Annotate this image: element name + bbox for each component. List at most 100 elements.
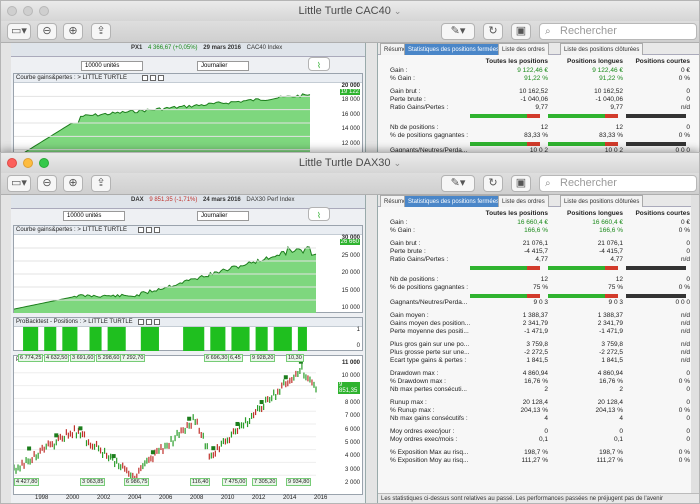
- tab-liste-des-positions-cl-tur-es[interactable]: Liste des positions clôturées: [560, 43, 644, 55]
- trade-annotation: 10,30: [286, 354, 304, 362]
- markup-button[interactable]: ✎▾: [441, 23, 475, 40]
- tab-statistiques-des-positions-ferm-es[interactable]: Statistiques des positions fermées: [404, 195, 504, 207]
- stat-label: Plus gros gain sur une po...: [390, 341, 470, 348]
- stat-label: % Gain :: [390, 227, 415, 234]
- zoom-out-button[interactable]: ⊖: [37, 23, 57, 40]
- stat-value: 0: [686, 276, 690, 283]
- share-button[interactable]: ⇪: [91, 23, 111, 40]
- chart-tool-button[interactable]: ⌇: [308, 207, 330, 221]
- zoom-in-button[interactable]: ⊕: [63, 175, 83, 192]
- scrollbar[interactable]: [691, 195, 699, 503]
- stat-label: Ratio Gains/Pertes :: [390, 104, 449, 111]
- column-header: Toutes les positions: [485, 58, 548, 65]
- stats-table: Toutes les positions Positions longues Pos…: [378, 57, 699, 159]
- stats-row: Gagnants/Neutres/Perda... 9 0 3 9 0 3 0 0 0: [378, 299, 691, 307]
- buy-marker: [283, 375, 288, 380]
- window-dax30: Little Turtle DAX30 ⌄ ▭▾ ⊖ ⊕ ⇪ ✎▾ ↻ ▣ ⌕ R…: [0, 152, 700, 504]
- stat-value: n/d: [680, 341, 690, 348]
- period-select[interactable]: Journalier: [197, 61, 249, 71]
- stat-value: 3 759,8: [601, 341, 623, 348]
- tab-liste-des-ordres[interactable]: Liste des ordres: [498, 43, 549, 55]
- stat-value: 0: [686, 124, 690, 131]
- last-value-label: 26 660: [339, 239, 360, 245]
- search-field[interactable]: ⌕ Rechercher: [539, 23, 697, 40]
- ratio-bar-loss: [527, 266, 540, 270]
- panel-copy-icon[interactable]: [146, 319, 152, 325]
- toolbox-button[interactable]: ▣: [511, 175, 531, 192]
- ratio-bar: [470, 294, 540, 298]
- panel-title: ProBacktest - Positions : > LITTLE TURTL…: [16, 319, 133, 325]
- ratio-bar: [548, 294, 618, 298]
- panel-props-icon[interactable]: [138, 227, 144, 233]
- stat-value: 16 660,4 €: [517, 219, 548, 226]
- stat-label: Plus grosse perte sur une...: [390, 349, 470, 356]
- stat-value: -4 415,7: [599, 248, 623, 255]
- close-button[interactable]: [7, 6, 17, 16]
- panel-props-icon[interactable]: [142, 75, 148, 81]
- stat-value: 1 841,5: [601, 357, 623, 364]
- stat-value: n/d: [680, 104, 690, 111]
- panel-close-icon[interactable]: [158, 75, 164, 81]
- stat-value: 10 162,52: [519, 88, 548, 95]
- position-block: [297, 327, 307, 351]
- stats-tabs: Résumé Statistiques des positions fermées…: [378, 43, 699, 55]
- stat-label: % Runup max :: [390, 407, 435, 414]
- markup-button[interactable]: ✎▾: [441, 175, 475, 192]
- document-content: PX1 4 366,67 (+0,05%) 29 mars 2016 CAC40…: [1, 43, 699, 159]
- x-tick-label: 2016: [314, 495, 328, 501]
- stat-label: Nb de positions :: [390, 276, 439, 283]
- y-tick-label: 11 000: [341, 360, 360, 366]
- panel-copy-icon[interactable]: [146, 227, 152, 233]
- chart-tool-button[interactable]: ⌇: [308, 57, 330, 71]
- chevron-down-icon[interactable]: ⌄: [394, 6, 402, 16]
- units-select[interactable]: 10000 unités: [81, 61, 143, 71]
- panel-close-icon[interactable]: [154, 227, 160, 233]
- minimize-button[interactable]: [23, 6, 33, 16]
- stat-value: 0: [686, 88, 690, 95]
- positions-histogram: [23, 327, 307, 351]
- units-select[interactable]: 10000 unités: [63, 211, 125, 221]
- tab-liste-des-positions-cl-tur-es[interactable]: Liste des positions clôturées: [560, 195, 644, 207]
- stat-value: 2 341,79: [597, 320, 623, 327]
- zoom-button[interactable]: [39, 158, 49, 168]
- stat-value: 0 %: [678, 449, 690, 456]
- ratio-bar-loss: [605, 114, 618, 118]
- toolbox-button[interactable]: ▣: [511, 23, 531, 40]
- y-tick-label: 10 000: [341, 305, 360, 311]
- chevron-down-icon[interactable]: ⌄: [394, 158, 402, 168]
- trade-annotation: 5 298,60: [96, 354, 122, 362]
- sidebar-toggle-button[interactable]: ▭▾: [7, 23, 31, 40]
- chart-area: DAX 9 851,35 (-1,71%) 24 mars 2016 DAX30…: [11, 195, 366, 503]
- stat-value: 75 %: [608, 284, 623, 291]
- zoom-out-button[interactable]: ⊖: [37, 175, 57, 192]
- search-field[interactable]: ⌕ Rechercher: [539, 175, 697, 192]
- panel-close-icon[interactable]: [154, 319, 160, 325]
- window-cac40: Little Turtle CAC40 ⌄ ▭▾ ⊖ ⊕ ⇪ ✎▾ ↻ ▣ ⌕ R…: [0, 0, 700, 160]
- x-tick-label: 2010: [221, 495, 235, 501]
- stat-label: Runup max :: [390, 399, 427, 406]
- panel-title: Courbe gains&pertes : > LITTLE TURTLE: [16, 75, 127, 81]
- minimize-button[interactable]: [23, 158, 33, 168]
- toolbar: ▭▾ ⊖ ⊕ ⇪ ✎▾ ↻ ▣ ⌕ Rechercher: [1, 173, 699, 195]
- stat-value: 0: [686, 370, 690, 377]
- period-select[interactable]: Journalier: [197, 211, 249, 221]
- sidebar-toggle-button[interactable]: ▭▾: [7, 175, 31, 192]
- panel-copy-icon[interactable]: [150, 75, 156, 81]
- ratio-bar: [470, 142, 540, 146]
- rotate-button[interactable]: ↻: [483, 175, 503, 192]
- rotate-button[interactable]: ↻: [483, 23, 503, 40]
- share-button[interactable]: ⇪: [91, 175, 111, 192]
- panel-props-icon[interactable]: [138, 319, 144, 325]
- zoom-in-button[interactable]: ⊕: [63, 23, 83, 40]
- trade-annotation: 6 986,75: [124, 478, 150, 486]
- tab-liste-des-ordres[interactable]: Liste des ordres: [498, 195, 549, 207]
- y-tick-label: 15 000: [341, 287, 360, 294]
- stat-value: 0: [686, 248, 690, 255]
- ratio-bar: [548, 266, 618, 270]
- stat-label: Perte moyenne des positi...: [390, 328, 469, 335]
- zoom-button[interactable]: [39, 6, 49, 16]
- close-button[interactable]: [7, 158, 17, 168]
- stat-label: Gain :: [390, 219, 408, 226]
- tab-statistiques-des-positions-ferm-es[interactable]: Statistiques des positions fermées: [404, 43, 504, 55]
- equity-curve-chart: [14, 93, 311, 159]
